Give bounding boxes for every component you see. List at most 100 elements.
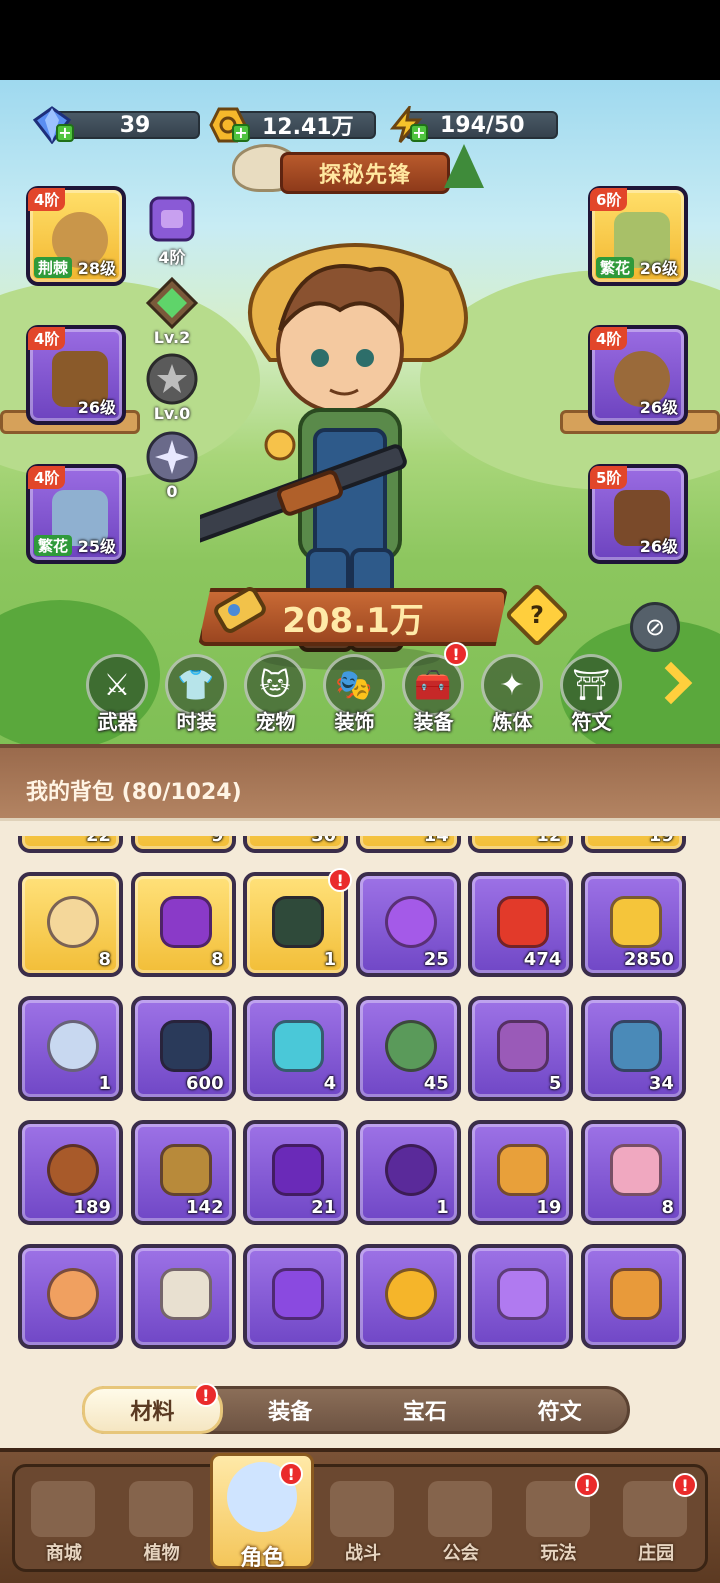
alert-badge: ! [575, 1473, 600, 1497]
mini-slot-gem[interactable]: Lv.2 [145, 276, 199, 347]
function-button-4[interactable]: 🧰 装备! [394, 642, 473, 734]
mooncake-icon [609, 1268, 662, 1320]
inventory-item[interactable]: 12 [468, 836, 574, 853]
inventory-item[interactable]: 142 [130, 1120, 236, 1225]
nav-2[interactable]: 角色! [210, 1453, 315, 1571]
item-count: 1 [436, 1197, 449, 1218]
equip-tier: 4阶 [590, 327, 628, 350]
inventory-item[interactable]: 19 [468, 1120, 574, 1225]
inventory-item[interactable]: 8 [580, 1120, 686, 1225]
equip-tier: 4阶 [28, 466, 66, 489]
purple-crystal-icon [272, 1268, 325, 1320]
mini-slot-backpack[interactable]: 4阶 [145, 192, 199, 267]
bag-tab-1[interactable]: 装备 [223, 1389, 358, 1431]
battle-icon [330, 1481, 395, 1537]
amber-drop-icon [384, 1268, 437, 1320]
inventory-item[interactable] [355, 1244, 461, 1349]
equip-slot-pants[interactable]: 4阶 繁花 25级 [26, 464, 126, 564]
scroll-gold-icon [159, 1144, 212, 1196]
equip-slot-gloves[interactable]: 4阶 26级 [26, 325, 126, 425]
inventory-item[interactable]: 5 [468, 996, 574, 1101]
crystal-shard-icon [497, 1268, 550, 1320]
item-count: 4 [323, 1073, 337, 1094]
alert-badge: ! [193, 1383, 218, 1407]
nav-4[interactable]: 公会 [412, 1467, 510, 1569]
inventory-item[interactable]: 45 [355, 996, 461, 1101]
bag-tab-0[interactable]: 材料! [82, 1383, 223, 1434]
add-coin-button[interactable]: + [232, 124, 250, 142]
function-button-3[interactable]: 🎭 装饰 [315, 652, 394, 734]
diamond-resource[interactable]: + 39 [32, 106, 200, 144]
function-label: 炼体 [492, 710, 533, 734]
nav-5[interactable]: 玩法! [510, 1467, 608, 1569]
function-button-0[interactable]: ⚔ 武器 [78, 652, 157, 734]
mini-slot-orb[interactable]: 0 [145, 430, 199, 501]
bag-tab-label: 宝石 [402, 1400, 447, 1425]
nav-3[interactable]: 战斗 [314, 1467, 412, 1569]
add-diamond-button[interactable]: + [56, 124, 74, 142]
inventory-item[interactable]: 19 [580, 836, 686, 853]
inventory-item[interactable]: 2850 [580, 872, 686, 977]
nav-1[interactable]: 植物 [113, 1467, 211, 1569]
nav-6[interactable]: 庄园! [607, 1467, 705, 1569]
inventory-item[interactable]: 22 [18, 836, 123, 853]
hide-ui-button[interactable]: ⊘ [630, 602, 680, 652]
inventory-item[interactable] [468, 1244, 574, 1349]
inventory-item[interactable] [580, 1244, 686, 1349]
inventory-item[interactable] [243, 1244, 349, 1349]
inventory-item[interactable]: 4 [243, 996, 349, 1101]
equip-tier: 6阶 [590, 188, 628, 211]
item-count: 189 [73, 1197, 111, 1218]
hero-title-banner[interactable]: 探秘先锋 [280, 152, 450, 194]
coin-resource[interactable]: + 12.41万 [208, 107, 376, 143]
mini-slot-label: 4阶 [158, 248, 186, 267]
inventory-item[interactable]: 34 [580, 996, 686, 1101]
inventory-item[interactable]: 8 [130, 872, 236, 977]
function-label: 装饰 [334, 710, 375, 734]
nav-label: 庄园 [638, 1543, 675, 1564]
equip-slot-shirt[interactable]: 6阶 繁花 26级 [588, 186, 688, 286]
power-help-button[interactable]: ? [504, 582, 570, 648]
inventory-item[interactable]: 474 [468, 872, 574, 977]
equip-level: 26级 [639, 537, 678, 556]
add-energy-button[interactable]: + [410, 124, 428, 142]
inventory-item[interactable]: 600 [130, 996, 236, 1101]
function-button-2[interactable]: 🐱 宠物 [236, 652, 315, 734]
function-button-1[interactable]: 👕 时装 [157, 652, 236, 734]
inventory-scroll-area[interactable]: 22 9 30 14 12 19 8 8 1! 25 474 2850 1 600 4 45 5 34 189 142… [18, 836, 702, 1366]
inventory-item[interactable]: 1! [243, 868, 353, 977]
nav-0[interactable]: 商城 [15, 1467, 113, 1569]
inventory-item[interactable]: 30 [243, 836, 349, 853]
function-bar: ⚔ 武器 👕 时装 🐱 宠物 🎭 装饰 🧰 装备! ✦ 炼体 ⛩ 符文 [78, 642, 631, 734]
mini-slot-emblem[interactable]: Lv.0 [145, 352, 199, 423]
inventory-item[interactable]: 189 [18, 1120, 123, 1225]
item-count: 9 [211, 836, 224, 846]
berry-icon [159, 896, 212, 948]
function-button-5[interactable]: ✦ 炼体 [473, 652, 552, 734]
inventory-item[interactable] [130, 1244, 236, 1349]
alert-badge: ! [279, 1462, 304, 1486]
inventory-item[interactable]: 14 [355, 836, 461, 853]
inventory-item[interactable]: 1 [355, 1120, 461, 1225]
apple-icon [497, 896, 550, 948]
equip-level: 28级 [77, 259, 116, 278]
power-scroll-icon [214, 587, 266, 633]
inventory-item[interactable]: 21 [243, 1120, 349, 1225]
item-count: 5 [548, 1073, 562, 1094]
equip-slot-boots[interactable]: 5阶 26级 [588, 464, 688, 564]
bag-tab-3[interactable]: 符文 [492, 1389, 627, 1431]
energy-resource[interactable]: + 194/50 [386, 106, 558, 143]
inventory-item[interactable]: 8 [18, 872, 123, 977]
equip-tier: 4阶 [28, 327, 66, 350]
function-button-6[interactable]: ⛩ 符文 [552, 652, 631, 734]
equip-slot-belt[interactable]: 4阶 26级 [588, 325, 688, 425]
inventory-item[interactable]: 1 [18, 996, 123, 1101]
bottom-navigation: 商城 植物 角色! 战斗 公会 玩法! 庄园! [0, 1448, 720, 1583]
inventory-item[interactable]: 9 [130, 836, 236, 853]
equip-slot-hat[interactable]: 4阶 荆棘 28级 [26, 186, 126, 286]
function-label: 时装 [176, 710, 217, 734]
inventory-item[interactable] [18, 1244, 123, 1349]
bag-tab-2[interactable]: 宝石 [358, 1389, 493, 1431]
lightning-token-icon [159, 1020, 212, 1072]
inventory-item[interactable]: 25 [355, 872, 461, 977]
